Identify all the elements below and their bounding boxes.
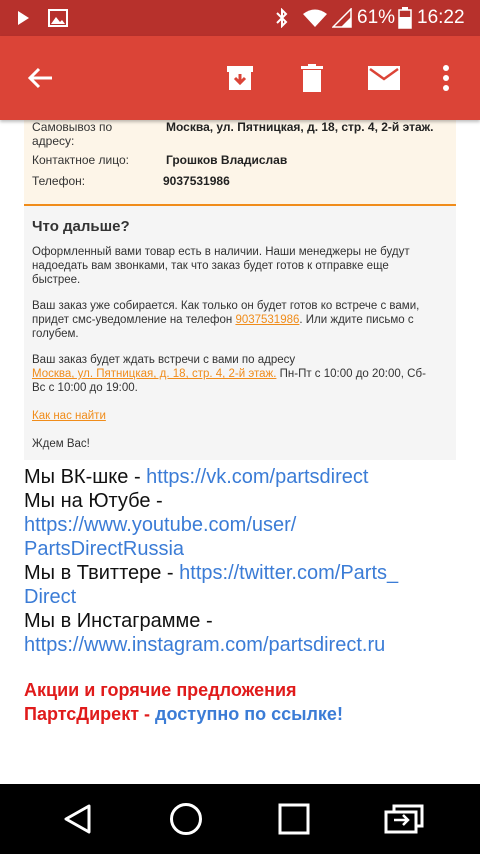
- promo-line2: ПартсДирект - доступно по ссылке!: [24, 704, 343, 724]
- social-twitter: Мы в Твиттере - https://twitter.com/Part…: [24, 562, 399, 609]
- instagram-link[interactable]: https://www.instagram.com/partsdirect.ru: [24, 633, 385, 657]
- contact-label: Контактное лицо:: [32, 153, 129, 167]
- status-bar: 61% 16:22: [0, 0, 480, 36]
- email-body: Самовывоз по адресу: Москва, ул. Пятницк…: [0, 120, 480, 784]
- signal-icon: [332, 0, 352, 36]
- more-vert-icon[interactable]: [428, 36, 464, 120]
- paragraph-availability: Оформленный вами товар есть в наличии. Н…: [32, 246, 410, 286]
- mail-icon[interactable]: [360, 36, 408, 120]
- wifi-icon: [302, 0, 328, 36]
- twitter-link-cont[interactable]: Direct: [24, 585, 398, 609]
- find-us-link[interactable]: Как нас найти: [32, 410, 106, 422]
- back-arrow-icon[interactable]: [16, 36, 64, 120]
- youtube-link[interactable]: https://www.youtube.com/user/ PartsDirec…: [24, 513, 296, 561]
- clock: 16:22: [417, 7, 465, 28]
- vk-link[interactable]: https://vk.com/partsdirect: [146, 466, 368, 488]
- pickup-label: Самовывоз по адресу:: [32, 120, 113, 148]
- promo-link[interactable]: доступно по ссылке!: [155, 704, 343, 724]
- bluetooth-icon: [274, 0, 290, 36]
- battery-percent: 61%: [357, 7, 396, 28]
- promo-line1: Акции и горячие предложения: [24, 680, 297, 700]
- play-icon: [14, 0, 32, 36]
- address-link[interactable]: Москва, ул. Пятницкая, д. 18, стр. 4, 2-…: [32, 368, 276, 380]
- phone-value: 9037531986: [163, 174, 230, 188]
- paragraph-assembly: Ваш заказ уже собирается. Как только он …: [32, 300, 420, 340]
- social-instagram-label: Мы в Инстаграмме -: [24, 610, 213, 632]
- phone-link[interactable]: 9037531986: [235, 314, 299, 326]
- find-us-row: Как нас найти: [32, 409, 448, 423]
- twitter-link[interactable]: https://twitter.com/Parts_: [179, 562, 398, 584]
- nav-home-icon[interactable]: [160, 784, 212, 854]
- app-bar: [0, 36, 480, 120]
- phone-label: Телефон:: [32, 174, 86, 188]
- nav-back-icon[interactable]: [52, 784, 104, 854]
- social-youtube-label: Мы на Ютубе -: [24, 490, 163, 512]
- contact-value: Грошков Владислав: [166, 153, 288, 167]
- next-steps-title: Что дальше?: [32, 218, 130, 235]
- closing-text: Ждем Вас!: [32, 438, 90, 450]
- nav-switch-icon[interactable]: [376, 784, 432, 854]
- nav-recents-icon[interactable]: [268, 784, 320, 854]
- delete-icon[interactable]: [288, 36, 336, 120]
- navigation-bar: [0, 784, 480, 854]
- paragraph-address: Ваш заказ будет ждать встречи с вами по …: [32, 354, 426, 394]
- order-details-card: Самовывоз по адресу: Москва, ул. Пятницк…: [24, 120, 456, 206]
- battery-icon: [398, 0, 412, 36]
- pickup-value: Москва, ул. Пятницкая, д. 18, стр. 4, 2-…: [166, 120, 434, 134]
- archive-icon[interactable]: [216, 36, 264, 120]
- next-steps-card: Что дальше? Оформленный вами товар есть …: [24, 206, 456, 460]
- social-vk: Мы ВК-шке - https://vk.com/partsdirect: [24, 466, 369, 488]
- image-icon: [48, 0, 68, 36]
